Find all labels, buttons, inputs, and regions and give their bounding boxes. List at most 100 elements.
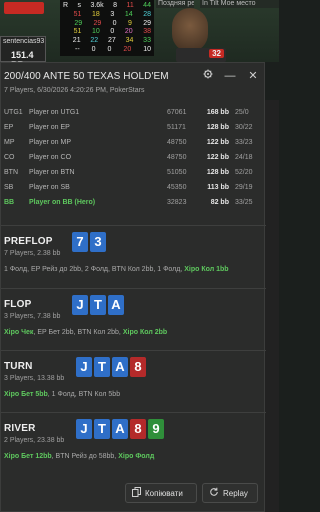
dialog-title: 200/400 ANTE 50 TEXAS HOLD'EM [4, 71, 169, 82]
street-actions: Xiро Бет 5bb, 1 Фолд, BTN Кол 5bb [4, 391, 262, 398]
replay-button[interactable]: Replay [202, 483, 258, 503]
street-river: RIVER 2 Players, 23.38 bb J T A 8 9 Xiро… [1, 419, 266, 483]
street-info: 2 Players, 23.38 bb [4, 437, 65, 444]
minimize-button[interactable]: — [223, 69, 237, 83]
hud-row: 51 10 0 20 38 [73, 28, 151, 36]
player-position: MP [4, 139, 15, 146]
player-vpip-pfr: 33/25 [235, 199, 253, 206]
copy-button[interactable]: Копіювати [125, 483, 197, 503]
hero-action: Xiро Бет 12bb [4, 453, 52, 460]
gear-icon[interactable] [201, 69, 215, 83]
replay-icon [209, 487, 219, 499]
poker-table-background: sentencias93 151.4 BB Rs3.6k81144 511831… [0, 0, 279, 62]
player-vpip-pfr: 33/23 [235, 139, 253, 146]
player-chips: 67061 [167, 109, 187, 116]
divider [1, 288, 266, 289]
player-vpip-pfr: 24/18 [235, 154, 253, 161]
player-vpip-pfr: 29/19 [235, 184, 253, 191]
replay-button-label: Replay [223, 488, 248, 498]
hud-row: Rs 3.6k 8 11 44 [63, 2, 151, 9]
hero-action: Xiро Кол 1bb [184, 266, 229, 273]
player-position: UTG1 [4, 109, 23, 116]
divider [1, 225, 266, 226]
player-name: Player on BTN [29, 169, 75, 176]
action-text: 1 Фолд, EP Рейз до 2bb, 2 Фолд, BTN Кол … [4, 266, 185, 273]
table-tab[interactable]: Поздняя рег [156, 0, 194, 8]
table-tab[interactable]: In Tilt Мое место [200, 0, 279, 8]
player-position: SB [4, 184, 14, 191]
player-name: Player on EP [29, 124, 70, 131]
hud-stats-panel[interactable]: Rs 3.6k 8 11 44 51 18 3 14 28 29 29 0 9 29 51 10 0 20 38… [60, 0, 154, 56]
board-cards: J T A 8 9 [76, 419, 164, 439]
dialog-header: 200/400 ANTE 50 TEXAS HOLD'EM — ✕ [1, 69, 266, 85]
hero-action: Xiро Бет 5bb [4, 391, 48, 398]
hand-history-dialog: 200/400 ANTE 50 TEXAS HOLD'EM — ✕ 7 Play… [0, 62, 266, 512]
player-stack-bb: 128 bb [206, 124, 229, 131]
hud-row: 29 29 0 9 29 [74, 19, 151, 27]
player-chips: 32823 [167, 199, 187, 206]
action-text: , EP Бет 2bb, BTN Кол 2bb, [33, 329, 123, 336]
card-spade: T [94, 419, 110, 439]
street-info: 3 Players, 13.38 bb [4, 375, 65, 382]
street-name: RIVER [4, 423, 36, 434]
street-name: PREFLOP [4, 236, 53, 247]
street-actions: Xiро Чек, EP Бет 2bb, BTN Кол 2bb, Xiро … [4, 329, 262, 336]
seat-player-panel[interactable]: sentencias93 151.4 BB [0, 36, 46, 62]
player-position: CO [4, 154, 15, 161]
copy-button-label: Копіювати [145, 488, 183, 498]
street-actions: 1 Фолд, EP Рейз до 2bb, 2 Фолд, BTN Кол … [4, 266, 262, 273]
player-name: Player on CO [29, 154, 72, 161]
table-menu-button[interactable] [4, 2, 44, 14]
hole-cards: 7 3 [72, 232, 106, 252]
table-row[interactable]: EP Player on EP 51171 128 bb 30/22 [1, 122, 266, 134]
action-text: , BTN Рейз до 58bb, [51, 453, 119, 460]
player-stack-bb: 122 bb [206, 154, 229, 161]
table-row[interactable]: CO Player on CO 48750 122 bb 24/18 [1, 152, 266, 164]
card-spade: A [108, 295, 124, 315]
hud-row: 21 22 27 34 33 [72, 37, 151, 45]
close-button[interactable]: ✕ [246, 69, 260, 83]
table-row-hero[interactable]: BB Player on BB (Hero) 32823 82 bb 33/25 [1, 197, 266, 209]
hero-action: Xiро Чек [4, 329, 34, 336]
divider [1, 350, 266, 351]
player-chips: 48750 [167, 139, 187, 146]
player-name: Player on MP [29, 139, 72, 146]
player-chips: 48750 [167, 154, 187, 161]
table-row[interactable]: SB Player on SB 45350 113 bb 29/19 [1, 182, 266, 194]
player-chips: 45350 [167, 184, 187, 191]
copy-icon [132, 487, 141, 499]
player-chips: 51050 [167, 169, 187, 176]
street-actions: Xiро Бет 12bb, BTN Рейз до 58bb, Xiро Фо… [4, 453, 262, 460]
hand-subtitle: 7 Players, 6/30/2026 4:20:26 PM, PokerSt… [4, 87, 145, 94]
table-row[interactable]: UTG1 Player on UTG1 67061 168 bb 25/0 [1, 107, 266, 119]
avatar [172, 8, 208, 52]
table-row[interactable]: BTN Player on BTN 51050 128 bb 52/20 [1, 167, 266, 179]
street-info: 3 Players, 7.38 bb [4, 313, 61, 320]
background-side-strip [265, 100, 279, 512]
player-stack-bb: 113 bb [207, 184, 229, 191]
card-spade: 7 [72, 232, 88, 252]
player-name: Player on UTG1 [29, 109, 80, 116]
board-cards: J T A 8 [76, 357, 146, 377]
seat-player-name: sentencias93 [3, 38, 45, 45]
card-spade: J [72, 295, 88, 315]
card-spade: J [76, 419, 92, 439]
player-position: BB [4, 199, 15, 206]
player-position: BTN [4, 169, 18, 176]
card-spade: A [112, 419, 128, 439]
player-stack-bb: 122 bb [206, 139, 229, 146]
player-stack-bb: 168 bb [206, 109, 229, 116]
hud-row: 51 18 3 14 28 [73, 10, 151, 18]
table-row[interactable]: MP Player on MP 48750 122 bb 33/23 [1, 137, 266, 149]
seat-player-stack: 151.4 BB [11, 50, 34, 62]
street-info: 7 Players, 2.38 bb [4, 250, 61, 257]
seat-badge: 32 [176, 48, 226, 62]
street-name: TURN [4, 361, 33, 372]
hero-action: Xiро Фолд [118, 453, 155, 460]
card-spade: 3 [90, 232, 106, 252]
street-name: FLOP [4, 299, 32, 310]
player-stack-bb: 128 bb [206, 169, 229, 176]
player-name: Player on BB (Hero) [29, 199, 96, 206]
player-chips: 51171 [167, 124, 186, 131]
player-position: EP [4, 124, 14, 131]
